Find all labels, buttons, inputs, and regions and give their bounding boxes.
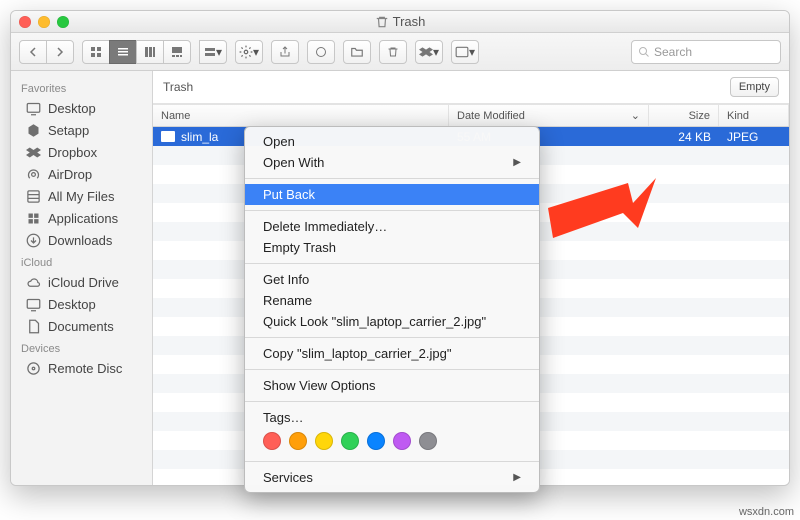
documents-icon <box>25 318 41 334</box>
action-button[interactable]: ▾ <box>235 40 263 64</box>
title-text: Trash <box>393 14 426 29</box>
search-input[interactable]: Search <box>631 40 781 64</box>
menu-copy[interactable]: Copy "slim_laptop_carrier_2.jpg" <box>245 343 539 364</box>
disc-icon <box>25 360 41 376</box>
sidebar-item-all-files[interactable]: All My Files <box>11 185 152 207</box>
all-files-icon <box>25 188 41 204</box>
image-file-icon <box>161 131 175 142</box>
nav-back-forward <box>19 40 74 64</box>
submenu-arrow-icon: ▶ <box>513 472 521 483</box>
dropbox-button[interactable]: ▾ <box>415 40 443 64</box>
tags-button[interactable] <box>307 40 335 64</box>
menu-separator <box>245 178 539 179</box>
sidebar-header-favorites: Favorites <box>11 77 152 97</box>
tag-color-dot[interactable] <box>419 432 437 450</box>
menu-show-view-options[interactable]: Show View Options <box>245 375 539 396</box>
menu-delete-immediately[interactable]: Delete Immediately… <box>245 216 539 237</box>
new-folder-button[interactable] <box>343 40 371 64</box>
back-button[interactable] <box>19 40 47 64</box>
sidebar-header-devices: Devices <box>11 337 152 357</box>
search-icon <box>638 46 650 58</box>
sidebar-item-airdrop[interactable]: AirDrop <box>11 163 152 185</box>
tag-color-dot[interactable] <box>263 432 281 450</box>
submenu-arrow-icon: ▶ <box>513 157 521 168</box>
menu-get-info[interactable]: Get Info <box>245 269 539 290</box>
forward-button[interactable] <box>46 40 74 64</box>
toolbar: ▾ ▾ ▾ ▾ Search <box>11 33 789 71</box>
cell-size: 24 KB <box>649 130 719 144</box>
menu-separator <box>245 210 539 211</box>
list-view-button[interactable] <box>109 40 137 64</box>
share-button[interactable] <box>271 40 299 64</box>
airdrop-icon <box>25 166 41 182</box>
menu-separator <box>245 461 539 462</box>
tag-color-dot[interactable] <box>393 432 411 450</box>
sidebar-item-downloads[interactable]: Downloads <box>11 229 152 251</box>
menu-separator <box>245 369 539 370</box>
sidebar-header-icloud: iCloud <box>11 251 152 271</box>
menu-quick-look[interactable]: Quick Look "slim_laptop_carrier_2.jpg" <box>245 311 539 332</box>
col-name[interactable]: Name <box>153 105 449 126</box>
gallery-view-button[interactable] <box>163 40 191 64</box>
applications-icon <box>25 210 41 226</box>
empty-trash-button[interactable]: Empty <box>730 77 779 97</box>
col-kind[interactable]: Kind <box>719 105 789 126</box>
tag-color-dot[interactable] <box>289 432 307 450</box>
column-view-button[interactable] <box>136 40 164 64</box>
menu-separator <box>245 337 539 338</box>
quicklook-button[interactable]: ▾ <box>451 40 479 64</box>
desktop-icon <box>25 296 41 312</box>
menu-open[interactable]: Open <box>245 131 539 152</box>
path-label: Trash <box>163 80 193 94</box>
menu-empty-trash[interactable]: Empty Trash <box>245 237 539 258</box>
chevron-down-icon: ⌄ <box>631 109 640 122</box>
tag-color-row <box>245 428 539 456</box>
sidebar-item-applications[interactable]: Applications <box>11 207 152 229</box>
downloads-icon <box>25 232 41 248</box>
menu-separator <box>245 401 539 402</box>
arrange-group: ▾ <box>199 40 227 64</box>
menu-separator <box>245 263 539 264</box>
delete-button[interactable] <box>379 40 407 64</box>
column-headers: Name Date Modified⌄ Size Kind <box>153 104 789 127</box>
group-button[interactable]: ▾ <box>199 40 227 64</box>
menu-rename[interactable]: Rename <box>245 290 539 311</box>
sidebar-item-icloud-drive[interactable]: iCloud Drive <box>11 271 152 293</box>
menu-open-with[interactable]: Open With▶ <box>245 152 539 173</box>
sidebar-item-remote-disc[interactable]: Remote Disc <box>11 357 152 379</box>
cell-kind: JPEG <box>719 130 789 144</box>
trash-icon <box>375 15 389 29</box>
menu-services[interactable]: Services▶ <box>245 467 539 488</box>
sidebar-item-desktop[interactable]: Desktop <box>11 97 152 119</box>
cloud-icon <box>25 274 41 290</box>
sidebar: Favorites Desktop Setapp Dropbox AirDrop… <box>11 71 153 485</box>
sidebar-item-setapp[interactable]: Setapp <box>11 119 152 141</box>
dropbox-icon <box>25 144 41 160</box>
desktop-icon <box>25 100 41 116</box>
sidebar-item-documents[interactable]: Documents <box>11 315 152 337</box>
col-date[interactable]: Date Modified⌄ <box>449 105 649 126</box>
tag-color-dot[interactable] <box>341 432 359 450</box>
icon-view-button[interactable] <box>82 40 110 64</box>
col-size[interactable]: Size <box>649 105 719 126</box>
menu-put-back[interactable]: Put Back <box>245 184 539 205</box>
location-bar: Trash Empty <box>153 71 789 104</box>
tag-color-dot[interactable] <box>367 432 385 450</box>
window-title: Trash <box>11 14 789 29</box>
annotation-arrow-icon <box>538 178 658 268</box>
sidebar-item-dropbox[interactable]: Dropbox <box>11 141 152 163</box>
watermark: wsxdn.com <box>739 506 794 518</box>
view-switcher <box>82 40 191 64</box>
tag-color-dot[interactable] <box>315 432 333 450</box>
titlebar: Trash <box>11 11 789 33</box>
setapp-icon <box>25 122 41 138</box>
context-menu: Open Open With▶ Put Back Delete Immediat… <box>244 126 540 493</box>
menu-tags[interactable]: Tags… <box>245 407 539 428</box>
search-placeholder: Search <box>654 45 692 59</box>
sidebar-item-icloud-desktop[interactable]: Desktop <box>11 293 152 315</box>
